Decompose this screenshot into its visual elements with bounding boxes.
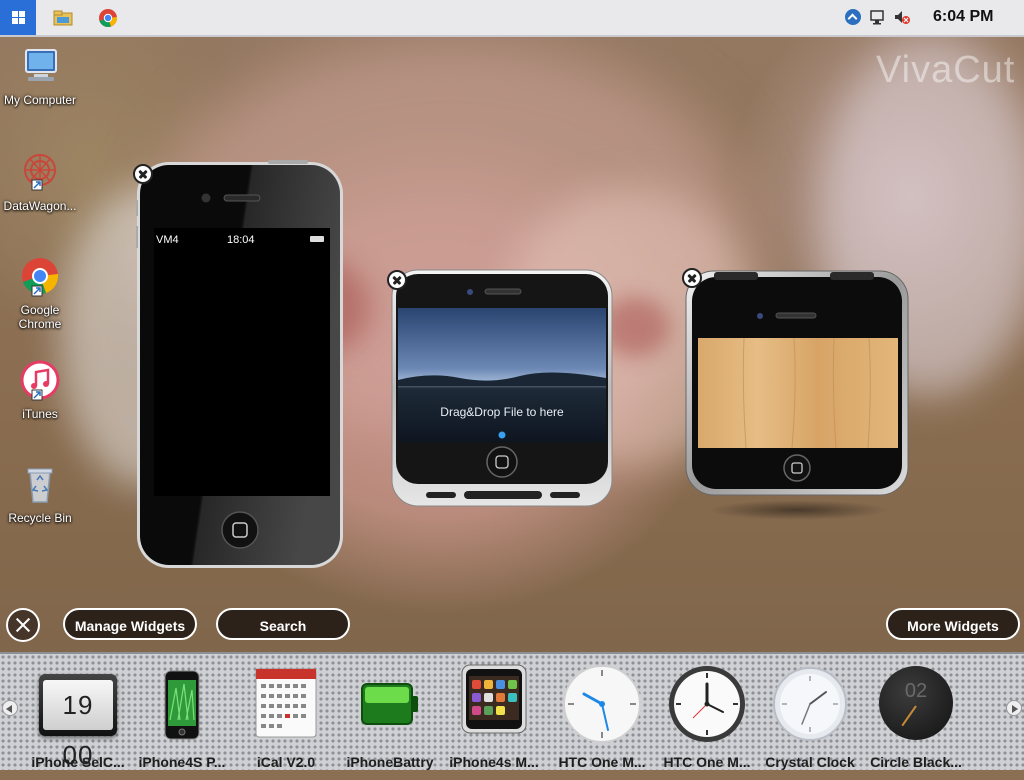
phone-time: 18:04 bbox=[227, 234, 255, 246]
gallery-item-iphone-selc[interactable]: 19 00 iPhone SelC... bbox=[26, 654, 130, 770]
close-widget-bar-button[interactable] bbox=[6, 608, 40, 642]
iphone-body-icon bbox=[136, 160, 343, 568]
itunes-icon bbox=[20, 360, 60, 401]
iphone-square-icon bbox=[391, 269, 613, 507]
close-iphone4-widget-button[interactable] bbox=[133, 164, 153, 184]
manage-widgets-button[interactable]: Manage Widgets bbox=[63, 608, 197, 640]
desktop-icon-label: Recycle Bin bbox=[8, 511, 72, 525]
black-clock-display: 02 bbox=[904, 680, 928, 702]
computer-icon bbox=[25, 49, 57, 81]
network-icon[interactable] bbox=[869, 8, 887, 26]
black-circle-clock-icon: 02 bbox=[879, 666, 953, 740]
scroll-right-arrow-icon[interactable] bbox=[1006, 700, 1022, 716]
desktop-icon-label: iTunes bbox=[22, 407, 58, 421]
windows-logo-icon bbox=[12, 11, 25, 24]
phone-carrier: VM4 bbox=[156, 234, 179, 246]
desktop-icon-datawagon[interactable]: DataWagon... bbox=[0, 150, 80, 213]
show-hidden-icons-icon[interactable] bbox=[845, 9, 861, 25]
gallery-item-ical[interactable]: iCal V2.0 bbox=[234, 654, 338, 770]
desktop-icon-label: DataWagon... bbox=[3, 199, 77, 213]
recycle-bin-icon bbox=[27, 468, 53, 503]
volume-muted-icon[interactable] bbox=[893, 8, 911, 26]
iphone-icon bbox=[164, 670, 200, 740]
widget-manager-toolbar: Manage Widgets Search More Widgets bbox=[0, 606, 1024, 648]
taskbar: 6:04 PM bbox=[0, 0, 1024, 37]
photo-frame-widget[interactable] bbox=[684, 268, 912, 526]
file-explorer-icon[interactable] bbox=[53, 8, 73, 28]
desktop-icon-recycle-bin[interactable]: Recycle Bin bbox=[0, 462, 80, 525]
datawagon-icon bbox=[24, 154, 56, 191]
scroll-left-arrow-icon[interactable] bbox=[2, 700, 18, 716]
widget-gallery: 19 00 iPhone SelC... iPhone4S P... iCal … bbox=[0, 652, 1024, 770]
desktop-icon-label: My Computer bbox=[3, 93, 77, 107]
start-button[interactable] bbox=[0, 0, 36, 35]
flip-clock-icon: 19 00 bbox=[39, 674, 117, 770]
gallery-item-htc-one-m-2[interactable]: HTC One M... bbox=[655, 654, 759, 770]
close-dropzone-widget-button[interactable] bbox=[387, 270, 407, 290]
gallery-item-htc-one-m-1[interactable]: HTC One M... bbox=[550, 654, 654, 770]
iphone-photo-frame-icon bbox=[685, 270, 909, 520]
white-clock-icon bbox=[563, 665, 641, 743]
flip-clock-display: 19 00 bbox=[43, 680, 113, 770]
more-widgets-button[interactable]: More Widgets bbox=[886, 608, 1020, 640]
gallery-item-iphone4s-p[interactable]: iPhone4S P... bbox=[130, 654, 234, 770]
gallery-item-iphone4s-m[interactable]: iPhone4s M... bbox=[442, 654, 546, 770]
watermark: VivaCut bbox=[876, 49, 1016, 91]
iphone-apps-icon bbox=[461, 664, 527, 734]
close-photo-frame-widget-button[interactable] bbox=[682, 268, 702, 288]
dropzone-text: Drag&Drop File to here bbox=[440, 405, 564, 419]
calendar-icon bbox=[255, 668, 317, 738]
crystal-clock-icon bbox=[773, 667, 847, 741]
gallery-item-circle-black[interactable]: 02 Circle Black... bbox=[864, 654, 968, 770]
desktop-icon-label: Google Chrome bbox=[18, 303, 62, 331]
dark-rim-clock-icon bbox=[669, 666, 745, 742]
desktop-icon-google-chrome[interactable]: Google Chrome bbox=[0, 254, 80, 331]
battery-icon bbox=[361, 683, 418, 725]
dropzone-widget[interactable]: Drag&Drop File to here bbox=[390, 268, 614, 508]
chrome-icon[interactable] bbox=[98, 8, 118, 28]
taskbar-clock[interactable]: 6:04 PM bbox=[933, 8, 993, 26]
iphone4-widget[interactable]: VM4 18:04 bbox=[136, 160, 346, 570]
gallery-item-crystal-clock[interactable]: Crystal Clock bbox=[758, 654, 862, 770]
chrome-icon bbox=[22, 258, 59, 297]
search-button[interactable]: Search bbox=[216, 608, 350, 640]
gallery-item-iphonebattry[interactable]: iPhoneBattry bbox=[338, 654, 442, 770]
desktop-icon-my-computer[interactable]: My Computer bbox=[0, 44, 80, 107]
desktop-icon-itunes[interactable]: iTunes bbox=[0, 358, 80, 421]
